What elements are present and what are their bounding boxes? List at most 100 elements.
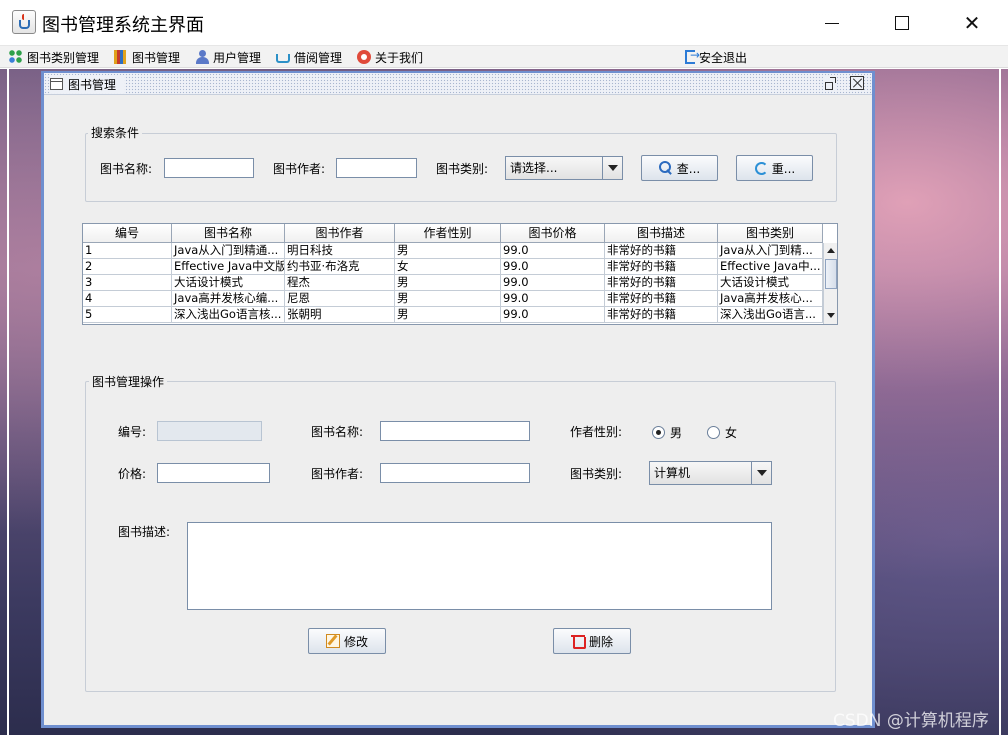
maximize-button[interactable]	[867, 0, 937, 46]
table-cell: 非常好的书籍	[605, 307, 718, 323]
table-cell: Java从入门到精...	[718, 243, 823, 259]
column-header[interactable]: 图书价格	[501, 224, 605, 243]
reset-button-label: 重...	[771, 161, 796, 176]
table-cell: 深入浅出Go语言核...	[172, 307, 285, 323]
edit-gender-label: 作者性别:	[570, 425, 623, 439]
menu-item-category[interactable]: 图书类别管理	[9, 48, 99, 66]
frame-restore-icon[interactable]	[823, 76, 837, 90]
gender-male-label: 男	[670, 426, 683, 440]
table-cell: Effective Java中文版	[172, 259, 285, 275]
maximize-icon	[895, 16, 909, 30]
window-titlebar: 图书管理系统主界面 ✕	[0, 0, 1008, 46]
search-name-input[interactable]	[164, 158, 254, 178]
gender-male-radio[interactable]: 男	[652, 424, 682, 441]
table-header: 编号 图书名称 图书作者 作者性别 图书价格 图书描述 图书类别	[83, 224, 823, 243]
menu-item-about[interactable]: 关于我们	[357, 48, 423, 66]
books-icon	[114, 50, 128, 64]
table-cell: 明日科技	[285, 243, 395, 259]
close-button[interactable]: ✕	[937, 0, 1007, 46]
search-category-select[interactable]: 请选择...	[505, 156, 623, 180]
menu-item-borrow[interactable]: 借阅管理	[276, 48, 342, 66]
edit-group-title: 图书管理操作	[89, 375, 168, 389]
table-cell: 5	[83, 307, 172, 323]
about-icon	[357, 50, 371, 64]
reset-icon	[754, 161, 768, 175]
edit-author-label: 图书作者:	[311, 467, 364, 481]
search-category-value: 请选择...	[510, 161, 558, 175]
table-row[interactable]: 3 大话设计模式 程杰 男 99.0 非常好的书籍 大话设计模式	[83, 275, 823, 291]
table-cell: 大话设计模式	[718, 275, 823, 291]
chevron-down-icon	[602, 157, 622, 179]
scroll-thumb[interactable]	[825, 259, 837, 289]
column-header[interactable]: 图书类别	[718, 224, 823, 243]
column-header[interactable]: 图书作者	[285, 224, 395, 243]
scroll-down-icon[interactable]	[827, 313, 835, 318]
scroll-up-icon[interactable]	[827, 248, 835, 253]
edit-desc-label: 图书描述:	[118, 525, 171, 539]
cart-icon	[276, 54, 290, 63]
modify-button[interactable]: 修改	[308, 628, 386, 654]
table-cell: 男	[395, 291, 501, 307]
column-header[interactable]: 作者性别	[395, 224, 501, 243]
table-cell: 2	[83, 259, 172, 275]
table-cell: 99.0	[501, 259, 605, 275]
exit-icon	[685, 48, 700, 64]
search-icon	[658, 161, 673, 175]
frame-close-icon[interactable]	[850, 76, 864, 90]
menu-item-label: 图书类别管理	[27, 50, 100, 65]
edit-name-input[interactable]	[380, 421, 530, 441]
column-header[interactable]: 编号	[83, 224, 172, 243]
table-scrollbar[interactable]	[823, 243, 837, 324]
table-cell: 女	[395, 259, 501, 275]
column-header[interactable]: 图书名称	[172, 224, 285, 243]
table-cell: 男	[395, 275, 501, 291]
table-cell: 99.0	[501, 275, 605, 291]
table-cell: 99.0	[501, 291, 605, 307]
frame-title: 图书管理	[68, 77, 117, 92]
table-cell: Java从入门到精通...	[172, 243, 285, 259]
edit-desc-textarea[interactable]	[187, 522, 772, 610]
edit-author-input[interactable]	[380, 463, 530, 483]
gender-female-radio[interactable]: 女	[707, 424, 737, 441]
frame-titlebar[interactable]: 图书管理	[44, 73, 872, 95]
edit-category-select[interactable]: 计算机	[649, 461, 772, 485]
table-cell: 99.0	[501, 243, 605, 259]
table-cell: 非常好的书籍	[605, 259, 718, 275]
table-cell: 程杰	[285, 275, 395, 291]
search-author-input[interactable]	[336, 158, 417, 178]
menu-item-users[interactable]: 用户管理	[195, 48, 261, 66]
delete-button[interactable]: 删除	[553, 628, 631, 654]
table-row[interactable]: 2 Effective Java中文版 约书亚·布洛克 女 99.0 非常好的书…	[83, 259, 823, 275]
table-cell: 尼恩	[285, 291, 395, 307]
menu-item-label: 用户管理	[213, 50, 262, 65]
gender-female-label: 女	[725, 426, 738, 440]
reset-button[interactable]: 重...	[736, 155, 813, 181]
table-row[interactable]: 1 Java从入门到精通... 明日科技 男 99.0 非常好的书籍 Java从…	[83, 243, 823, 259]
edit-category-label: 图书类别:	[570, 467, 623, 481]
table-cell: Java高并发核心编...	[172, 291, 285, 307]
edit-price-input[interactable]	[157, 463, 270, 483]
table-row[interactable]: 4 Java高并发核心编... 尼恩 男 99.0 非常好的书籍 Java高并发…	[83, 291, 823, 307]
table-row[interactable]: 5 深入浅出Go语言核... 张朝明 男 99.0 非常好的书籍 深入浅出Go语…	[83, 307, 823, 323]
edit-icon	[325, 634, 340, 648]
menu-item-label: 安全退出	[699, 50, 748, 65]
menu-item-exit[interactable]: 安全退出	[685, 48, 747, 66]
query-button-label: 查...	[676, 161, 701, 176]
menu-item-books[interactable]: 图书管理	[114, 48, 180, 66]
minimize-button[interactable]	[797, 0, 867, 46]
query-button[interactable]: 查...	[641, 155, 718, 181]
table-cell: 4	[83, 291, 172, 307]
table-cell: 张朝明	[285, 307, 395, 323]
search-group-title: 搜索条件	[88, 126, 143, 140]
window-title: 图书管理系统主界面	[42, 15, 204, 36]
table-cell: Java高并发核心...	[718, 291, 823, 307]
table-cell: 非常好的书籍	[605, 275, 718, 291]
java-cup-icon	[12, 10, 36, 34]
trash-icon	[570, 634, 586, 649]
edit-id-field	[157, 421, 262, 441]
search-category-label: 图书类别:	[436, 162, 489, 176]
table-cell: 男	[395, 243, 501, 259]
books-table: 编号 图书名称 图书作者 作者性别 图书价格 图书描述 图书类别 1 Java从…	[82, 223, 838, 325]
column-header[interactable]: 图书描述	[605, 224, 718, 243]
menu-item-label: 图书管理	[132, 50, 181, 65]
